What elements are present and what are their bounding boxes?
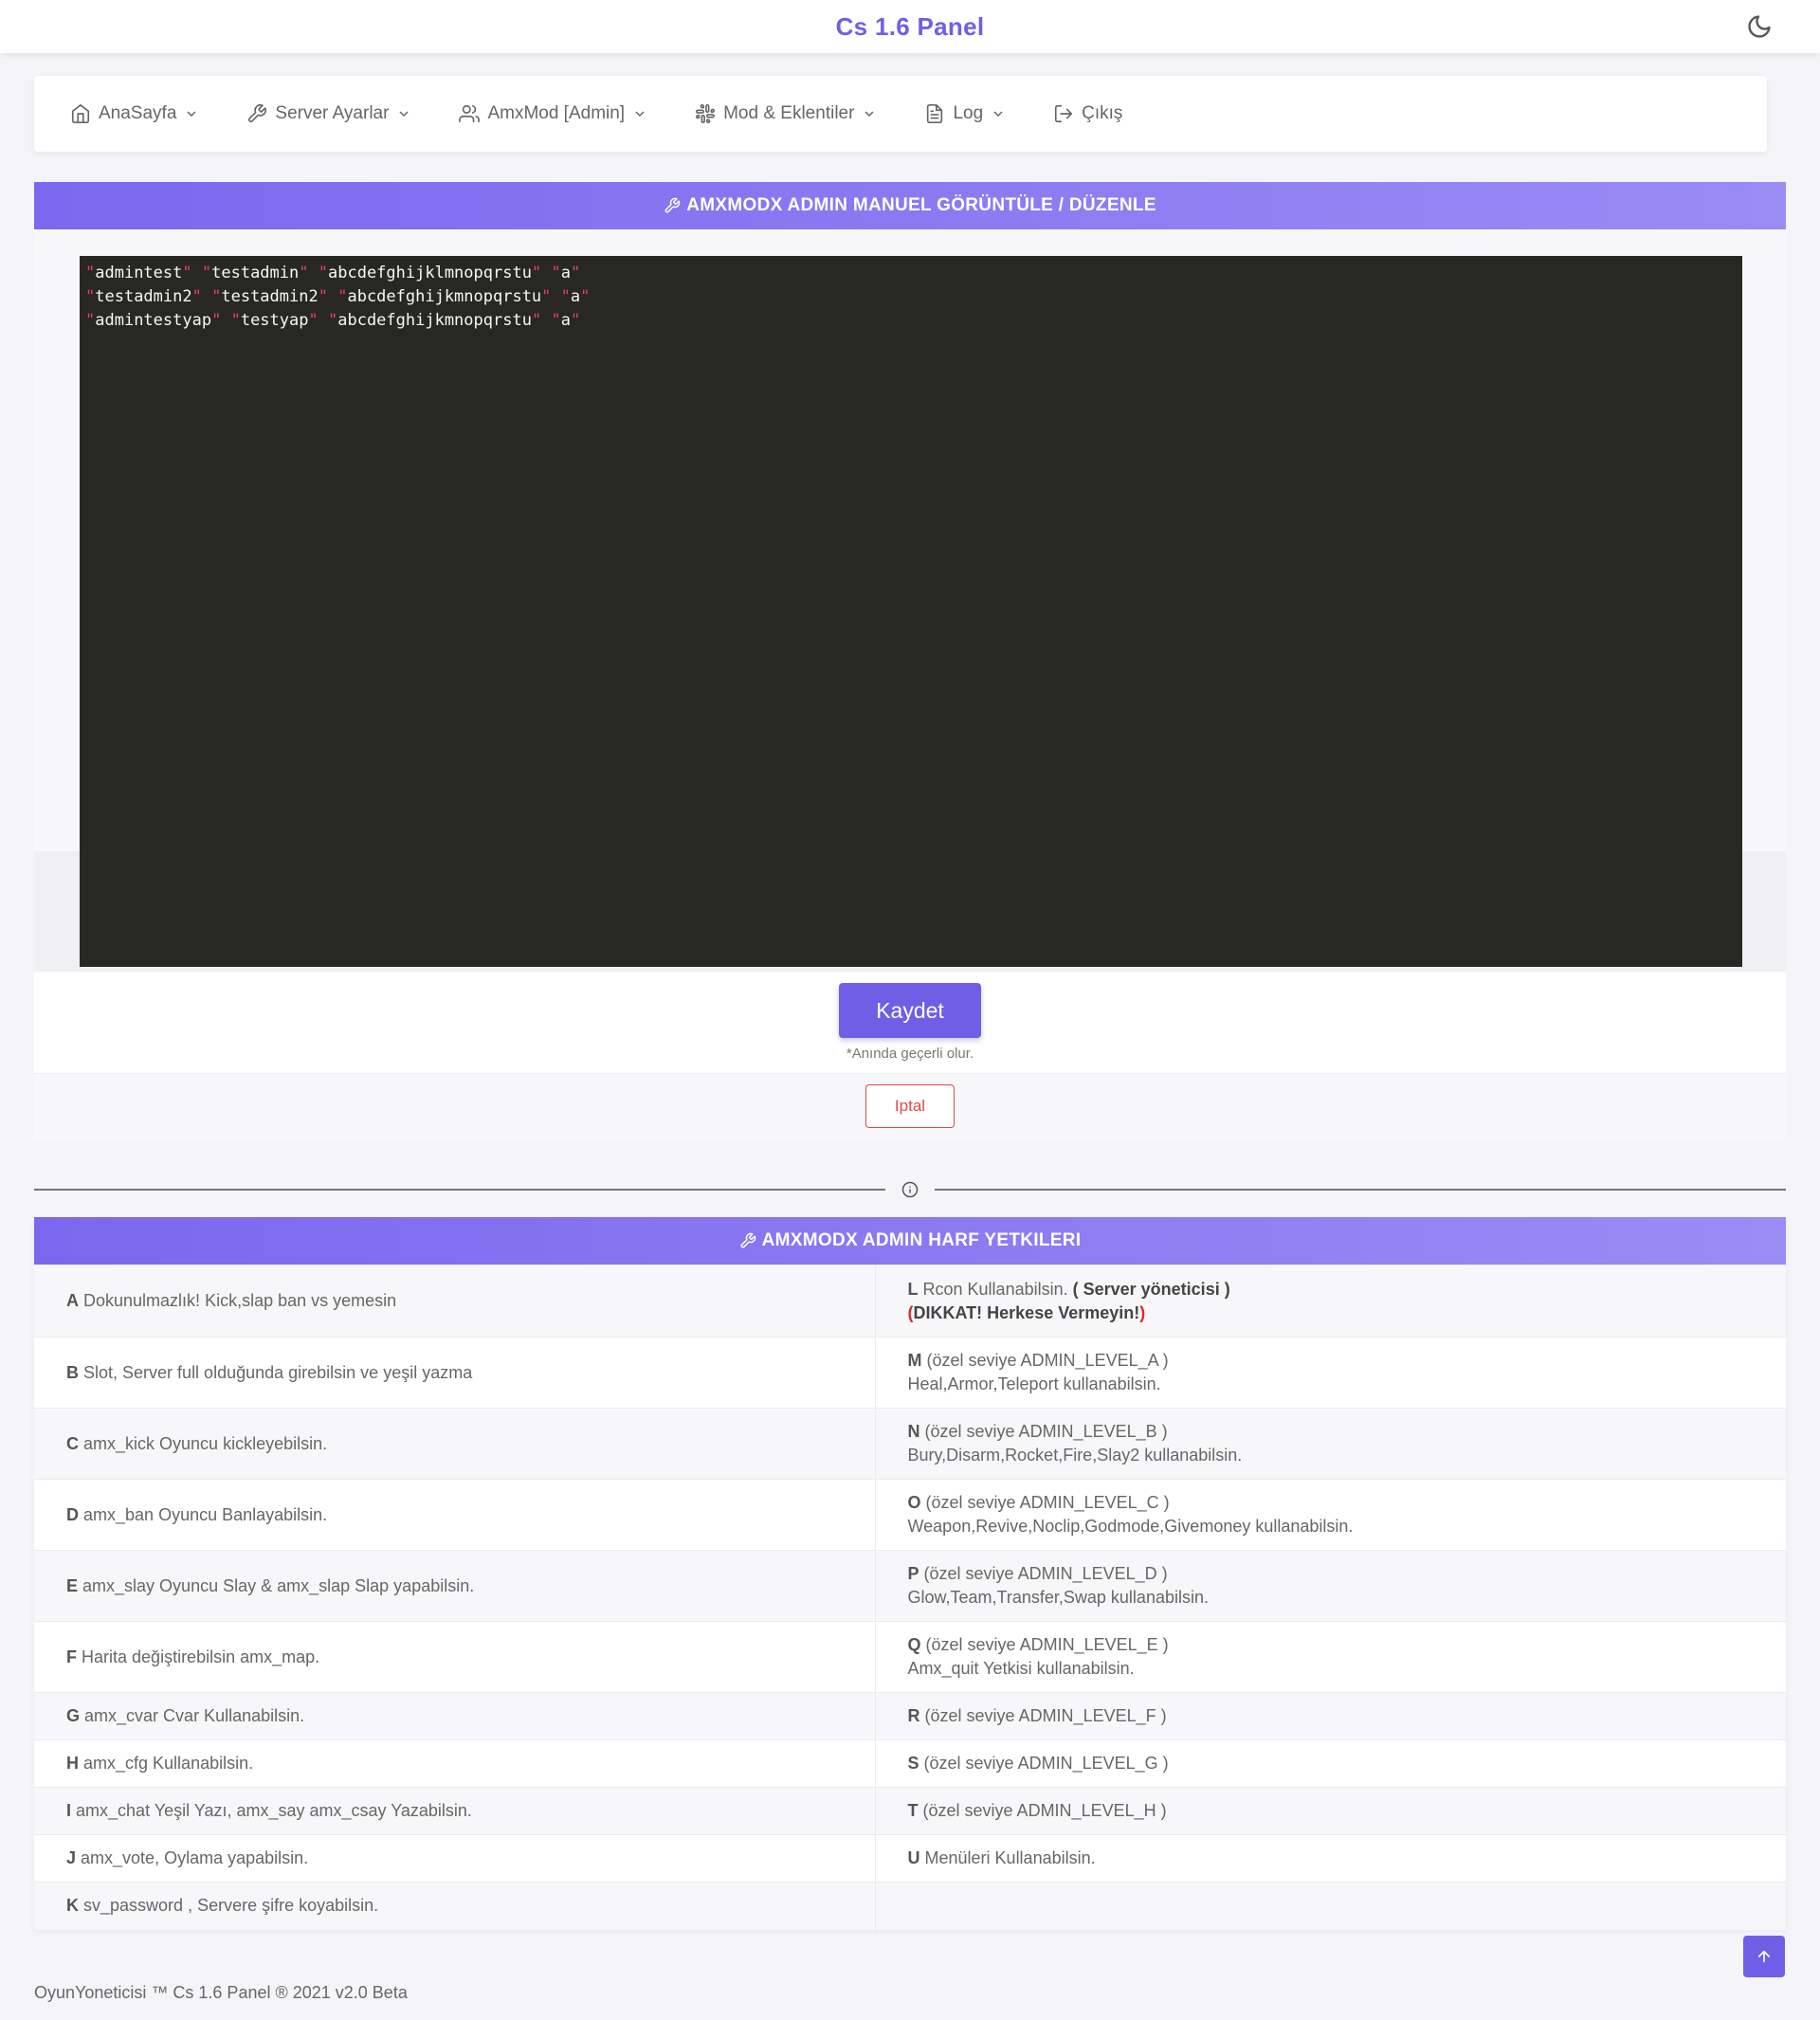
table-row: D amx_ban Oyuncu Banlayabilsin. O (özel …	[34, 1479, 1786, 1551]
chevron-down-icon	[864, 111, 874, 118]
table-row: H amx_cfg Kullanabilsin. S (özel seviye …	[34, 1739, 1786, 1788]
flag-cell: N (özel seviye ADMIN_LEVEL_B ) Bury,Disar…	[875, 1408, 1786, 1480]
flag-cell: A Dokunulmazlık! Kick,slap ban vs yemesi…	[34, 1265, 876, 1338]
flag-cell	[875, 1882, 1786, 1930]
flag-cell: S (özel seviye ADMIN_LEVEL_G )	[875, 1739, 1786, 1788]
flag-cell: H amx_cfg Kullanabilsin.	[34, 1739, 876, 1788]
editor-card-header: AMXMODX ADMIN MANUEL GÖRÜNTÜLE / DÜZENLE	[34, 182, 1786, 229]
flag-cell: I amx_chat Yeşil Yazı, amx_say amx_csay …	[34, 1787, 876, 1835]
home-icon	[71, 104, 90, 123]
section-divider	[34, 1181, 1786, 1198]
flags-card-title: AMXMODX ADMIN HARF YETKILERI	[761, 1230, 1082, 1250]
nav-item-amxmod-admin[interactable]: AmxMod [Admin]	[459, 103, 647, 124]
flag-cell: F Harita değiştirebilsin amx_map.	[34, 1621, 876, 1693]
cancel-button[interactable]: Iptal	[865, 1084, 955, 1128]
table-row: G amx_cvar Cvar Kullanabilsin. R (özel s…	[34, 1692, 1786, 1740]
nav-label: Server Ayarlar	[275, 103, 390, 123]
nav-item-server-ayarlar[interactable]: Server Ayarlar	[246, 103, 411, 124]
moon-icon[interactable]	[1746, 13, 1773, 40]
nav-item-mod-eklentiler[interactable]: Mod & Eklentiler	[695, 103, 877, 124]
app-title: Cs 1.6 Panel	[835, 11, 985, 41]
nav-label: Mod & Eklentiler	[723, 103, 855, 123]
flags-card: AMXMODX ADMIN HARF YETKILERI A Dokunulma…	[34, 1217, 1786, 1930]
chevron-down-icon	[635, 111, 645, 118]
editor-wrap: "admintest" "testadmin" "abcdefghijklmno…	[34, 229, 1786, 971]
table-row: J amx_vote, Oylama yapabilsin. U Menüler…	[34, 1834, 1786, 1883]
main-nav: AnaSayfa Server Ayarlar AmxMod [Admin] M…	[34, 76, 1767, 152]
wrench-icon	[664, 197, 681, 213]
users-ini-editor[interactable]: "admintest" "testadmin" "abcdefghijklmno…	[80, 256, 1742, 967]
chevron-down-icon	[993, 111, 1003, 118]
save-area: Kaydet *Anında geçerli olur.	[34, 971, 1786, 1073]
nav-item-anasayfa[interactable]: AnaSayfa	[70, 103, 199, 124]
top-bar: Cs 1.6 Panel	[0, 0, 1820, 53]
table-row: E amx_slay Oyuncu Slay & amx_slap Slap y…	[34, 1550, 1786, 1622]
log-out-icon	[1055, 104, 1073, 123]
table-row: F Harita değiştirebilsin amx_map. Q (öze…	[34, 1621, 1786, 1693]
nav-label: Log	[953, 103, 984, 123]
table-row: K sv_password , Servere şifre koyabilsin…	[34, 1882, 1786, 1930]
arrow-up-icon	[1757, 1950, 1771, 1963]
flag-cell: O (özel seviye ADMIN_LEVEL_C ) Weapon,Rev…	[875, 1479, 1786, 1551]
editor-line: "admintest" "testadmin" "abcdefghijklmno…	[85, 264, 581, 282]
flag-cell: P (özel seviye ADMIN_LEVEL_D ) Glow,Team,…	[875, 1550, 1786, 1622]
nav-item-log[interactable]: Log	[924, 103, 1006, 124]
wrench-icon	[248, 104, 267, 123]
flag-cell: T (özel seviye ADMIN_LEVEL_H )	[875, 1787, 1786, 1835]
scroll-top-button[interactable]	[1743, 1936, 1785, 1977]
flag-cell: M (özel seviye ADMIN_LEVEL_A ) Heal,Armor…	[875, 1337, 1786, 1409]
flags-table: A Dokunulmazlık! Kick,slap ban vs yemesi…	[34, 1265, 1786, 1930]
table-row: C amx_kick Oyuncu kickleyebilsin. N (öze…	[34, 1408, 1786, 1480]
chevron-down-icon	[187, 111, 196, 118]
save-button[interactable]: Kaydet	[839, 983, 981, 1038]
nav-label: AmxMod [Admin]	[487, 103, 626, 123]
wrench-icon	[740, 1232, 755, 1248]
nav-label: AnaSayfa	[99, 103, 177, 123]
flag-cell: Q (özel seviye ADMIN_LEVEL_E ) Amx_quit Y…	[875, 1621, 1786, 1693]
save-note: *Anında geçerli olur.	[846, 1046, 974, 1062]
table-row: A Dokunulmazlık! Kick,slap ban vs yemesi…	[34, 1265, 1786, 1338]
flag-cell: R (özel seviye ADMIN_LEVEL_F )	[875, 1692, 1786, 1740]
editor-line: "testadmin2" "testadmin2" "abcdefghijkmn…	[85, 287, 591, 306]
flag-cell: E amx_slay Oyuncu Slay & amx_slap Slap y…	[34, 1550, 876, 1622]
flags-card-header: AMXMODX ADMIN HARF YETKILERI	[34, 1217, 1786, 1265]
info-icon	[901, 1181, 919, 1198]
users-icon	[459, 104, 481, 123]
flag-cell: G amx_cvar Cvar Kullanabilsin.	[34, 1692, 876, 1740]
chevron-down-icon	[399, 111, 409, 118]
slack-icon	[696, 104, 716, 123]
editor-card: AMXMODX ADMIN MANUEL GÖRÜNTÜLE / DÜZENLE…	[34, 182, 1786, 1141]
flag-cell: D amx_ban Oyuncu Banlayabilsin.	[34, 1479, 876, 1551]
flag-cell: C amx_kick Oyuncu kickleyebilsin.	[34, 1408, 876, 1480]
editor-card-title: AMXMODX ADMIN MANUEL GÖRÜNTÜLE / DÜZENLE	[686, 195, 1156, 215]
flag-cell: K sv_password , Servere şifre koyabilsin…	[34, 1882, 876, 1930]
flag-cell: L Rcon Kullanabilsin. ( Server yöneticis…	[875, 1265, 1786, 1338]
footer-text: OyunYoneticisi ™ Cs 1.6 Panel ® 2021 v2.…	[34, 1983, 408, 2002]
nav-item-cikis[interactable]: Çıkış	[1053, 103, 1122, 124]
nav-label: Çıkış	[1082, 103, 1123, 123]
flag-cell: U Menüleri Kullanabilsin.	[875, 1834, 1786, 1883]
table-row: I amx_chat Yeşil Yazı, amx_say amx_csay …	[34, 1787, 1786, 1835]
table-row: B Slot, Server full olduğunda girebilsin…	[34, 1337, 1786, 1409]
flag-cell: B Slot, Server full olduğunda girebilsin…	[34, 1337, 876, 1409]
editor-line: "admintestyap" "testyap" "abcdefghijkmno…	[85, 311, 581, 330]
file-text-icon	[927, 104, 943, 123]
cancel-area: Iptal	[34, 1073, 1786, 1141]
flag-cell: J amx_vote, Oylama yapabilsin.	[34, 1834, 876, 1883]
